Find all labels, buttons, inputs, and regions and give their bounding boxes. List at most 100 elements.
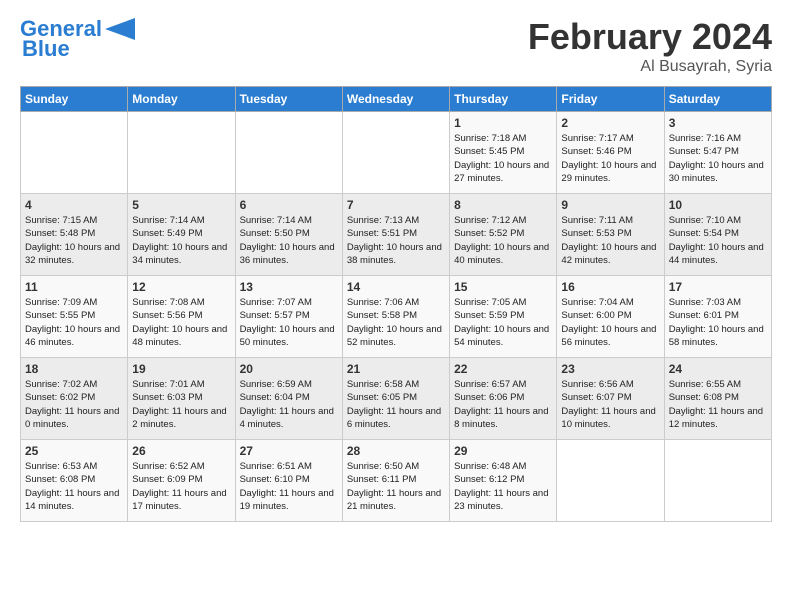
table-row: [664, 440, 771, 522]
day-number: 14: [347, 280, 445, 294]
day-info: Sunrise: 7:04 AM Sunset: 6:00 PM Dayligh…: [561, 296, 659, 349]
day-number: 17: [669, 280, 767, 294]
table-row: 13 Sunrise: 7:07 AM Sunset: 5:57 PM Dayl…: [235, 276, 342, 358]
calendar-week-row: 25 Sunrise: 6:53 AM Sunset: 6:08 PM Dayl…: [21, 440, 772, 522]
table-row: [342, 112, 449, 194]
table-row: 26 Sunrise: 6:52 AM Sunset: 6:09 PM Dayl…: [128, 440, 235, 522]
table-row: 17 Sunrise: 7:03 AM Sunset: 6:01 PM Dayl…: [664, 276, 771, 358]
table-row: 21 Sunrise: 6:58 AM Sunset: 6:05 PM Dayl…: [342, 358, 449, 440]
day-number: 1: [454, 116, 552, 130]
day-number: 3: [669, 116, 767, 130]
day-info: Sunrise: 7:13 AM Sunset: 5:51 PM Dayligh…: [347, 214, 445, 267]
calendar-week-row: 4 Sunrise: 7:15 AM Sunset: 5:48 PM Dayli…: [21, 194, 772, 276]
day-info: Sunrise: 7:17 AM Sunset: 5:46 PM Dayligh…: [561, 132, 659, 185]
day-number: 16: [561, 280, 659, 294]
day-info: Sunrise: 6:59 AM Sunset: 6:04 PM Dayligh…: [240, 378, 338, 431]
table-row: 29 Sunrise: 6:48 AM Sunset: 6:12 PM Dayl…: [450, 440, 557, 522]
day-number: 8: [454, 198, 552, 212]
calendar-header-row: Sunday Monday Tuesday Wednesday Thursday…: [21, 87, 772, 112]
table-row: 27 Sunrise: 6:51 AM Sunset: 6:10 PM Dayl…: [235, 440, 342, 522]
logo: General Blue: [20, 16, 135, 62]
day-number: 15: [454, 280, 552, 294]
day-number: 27: [240, 444, 338, 458]
day-info: Sunrise: 7:03 AM Sunset: 6:01 PM Dayligh…: [669, 296, 767, 349]
col-sunday: Sunday: [21, 87, 128, 112]
day-info: Sunrise: 7:01 AM Sunset: 6:03 PM Dayligh…: [132, 378, 230, 431]
table-row: 7 Sunrise: 7:13 AM Sunset: 5:51 PM Dayli…: [342, 194, 449, 276]
table-row: 12 Sunrise: 7:08 AM Sunset: 5:56 PM Dayl…: [128, 276, 235, 358]
calendar: Sunday Monday Tuesday Wednesday Thursday…: [20, 86, 772, 522]
table-row: [235, 112, 342, 194]
day-info: Sunrise: 7:15 AM Sunset: 5:48 PM Dayligh…: [25, 214, 123, 267]
col-tuesday: Tuesday: [235, 87, 342, 112]
table-row: 10 Sunrise: 7:10 AM Sunset: 5:54 PM Dayl…: [664, 194, 771, 276]
table-row: 23 Sunrise: 6:56 AM Sunset: 6:07 PM Dayl…: [557, 358, 664, 440]
day-number: 6: [240, 198, 338, 212]
table-row: 25 Sunrise: 6:53 AM Sunset: 6:08 PM Dayl…: [21, 440, 128, 522]
table-row: [557, 440, 664, 522]
day-info: Sunrise: 7:05 AM Sunset: 5:59 PM Dayligh…: [454, 296, 552, 349]
day-number: 13: [240, 280, 338, 294]
day-info: Sunrise: 7:10 AM Sunset: 5:54 PM Dayligh…: [669, 214, 767, 267]
day-info: Sunrise: 7:06 AM Sunset: 5:58 PM Dayligh…: [347, 296, 445, 349]
table-row: 5 Sunrise: 7:14 AM Sunset: 5:49 PM Dayli…: [128, 194, 235, 276]
day-number: 29: [454, 444, 552, 458]
table-row: 11 Sunrise: 7:09 AM Sunset: 5:55 PM Dayl…: [21, 276, 128, 358]
day-number: 22: [454, 362, 552, 376]
table-row: 1 Sunrise: 7:18 AM Sunset: 5:45 PM Dayli…: [450, 112, 557, 194]
day-number: 7: [347, 198, 445, 212]
location: Al Busayrah, Syria: [528, 58, 772, 76]
day-number: 4: [25, 198, 123, 212]
day-info: Sunrise: 6:57 AM Sunset: 6:06 PM Dayligh…: [454, 378, 552, 431]
col-saturday: Saturday: [664, 87, 771, 112]
table-row: 8 Sunrise: 7:12 AM Sunset: 5:52 PM Dayli…: [450, 194, 557, 276]
day-number: 26: [132, 444, 230, 458]
day-number: 21: [347, 362, 445, 376]
page: General Blue February 2024 Al Busayrah, …: [0, 0, 792, 532]
table-row: 3 Sunrise: 7:16 AM Sunset: 5:47 PM Dayli…: [664, 112, 771, 194]
day-number: 18: [25, 362, 123, 376]
header: General Blue February 2024 Al Busayrah, …: [20, 16, 772, 76]
day-number: 2: [561, 116, 659, 130]
day-info: Sunrise: 7:18 AM Sunset: 5:45 PM Dayligh…: [454, 132, 552, 185]
table-row: 28 Sunrise: 6:50 AM Sunset: 6:11 PM Dayl…: [342, 440, 449, 522]
calendar-week-row: 18 Sunrise: 7:02 AM Sunset: 6:02 PM Dayl…: [21, 358, 772, 440]
day-info: Sunrise: 7:12 AM Sunset: 5:52 PM Dayligh…: [454, 214, 552, 267]
month-year: February 2024: [528, 16, 772, 58]
table-row: [128, 112, 235, 194]
day-info: Sunrise: 7:16 AM Sunset: 5:47 PM Dayligh…: [669, 132, 767, 185]
day-info: Sunrise: 6:56 AM Sunset: 6:07 PM Dayligh…: [561, 378, 659, 431]
calendar-week-row: 11 Sunrise: 7:09 AM Sunset: 5:55 PM Dayl…: [21, 276, 772, 358]
day-number: 20: [240, 362, 338, 376]
day-info: Sunrise: 7:02 AM Sunset: 6:02 PM Dayligh…: [25, 378, 123, 431]
table-row: 19 Sunrise: 7:01 AM Sunset: 6:03 PM Dayl…: [128, 358, 235, 440]
table-row: 16 Sunrise: 7:04 AM Sunset: 6:00 PM Dayl…: [557, 276, 664, 358]
day-number: 23: [561, 362, 659, 376]
table-row: 6 Sunrise: 7:14 AM Sunset: 5:50 PM Dayli…: [235, 194, 342, 276]
day-info: Sunrise: 6:55 AM Sunset: 6:08 PM Dayligh…: [669, 378, 767, 431]
day-number: 24: [669, 362, 767, 376]
day-info: Sunrise: 6:58 AM Sunset: 6:05 PM Dayligh…: [347, 378, 445, 431]
day-info: Sunrise: 6:52 AM Sunset: 6:09 PM Dayligh…: [132, 460, 230, 513]
day-number: 12: [132, 280, 230, 294]
title-block: February 2024 Al Busayrah, Syria: [528, 16, 772, 76]
table-row: 24 Sunrise: 6:55 AM Sunset: 6:08 PM Dayl…: [664, 358, 771, 440]
calendar-week-row: 1 Sunrise: 7:18 AM Sunset: 5:45 PM Dayli…: [21, 112, 772, 194]
day-info: Sunrise: 6:50 AM Sunset: 6:11 PM Dayligh…: [347, 460, 445, 513]
day-number: 5: [132, 198, 230, 212]
table-row: 22 Sunrise: 6:57 AM Sunset: 6:06 PM Dayl…: [450, 358, 557, 440]
table-row: [21, 112, 128, 194]
day-info: Sunrise: 6:53 AM Sunset: 6:08 PM Dayligh…: [25, 460, 123, 513]
table-row: 4 Sunrise: 7:15 AM Sunset: 5:48 PM Dayli…: [21, 194, 128, 276]
day-info: Sunrise: 7:11 AM Sunset: 5:53 PM Dayligh…: [561, 214, 659, 267]
day-number: 10: [669, 198, 767, 212]
table-row: 14 Sunrise: 7:06 AM Sunset: 5:58 PM Dayl…: [342, 276, 449, 358]
day-info: Sunrise: 7:14 AM Sunset: 5:49 PM Dayligh…: [132, 214, 230, 267]
day-number: 11: [25, 280, 123, 294]
day-number: 19: [132, 362, 230, 376]
table-row: 15 Sunrise: 7:05 AM Sunset: 5:59 PM Dayl…: [450, 276, 557, 358]
col-friday: Friday: [557, 87, 664, 112]
day-number: 9: [561, 198, 659, 212]
day-info: Sunrise: 6:48 AM Sunset: 6:12 PM Dayligh…: [454, 460, 552, 513]
table-row: 18 Sunrise: 7:02 AM Sunset: 6:02 PM Dayl…: [21, 358, 128, 440]
